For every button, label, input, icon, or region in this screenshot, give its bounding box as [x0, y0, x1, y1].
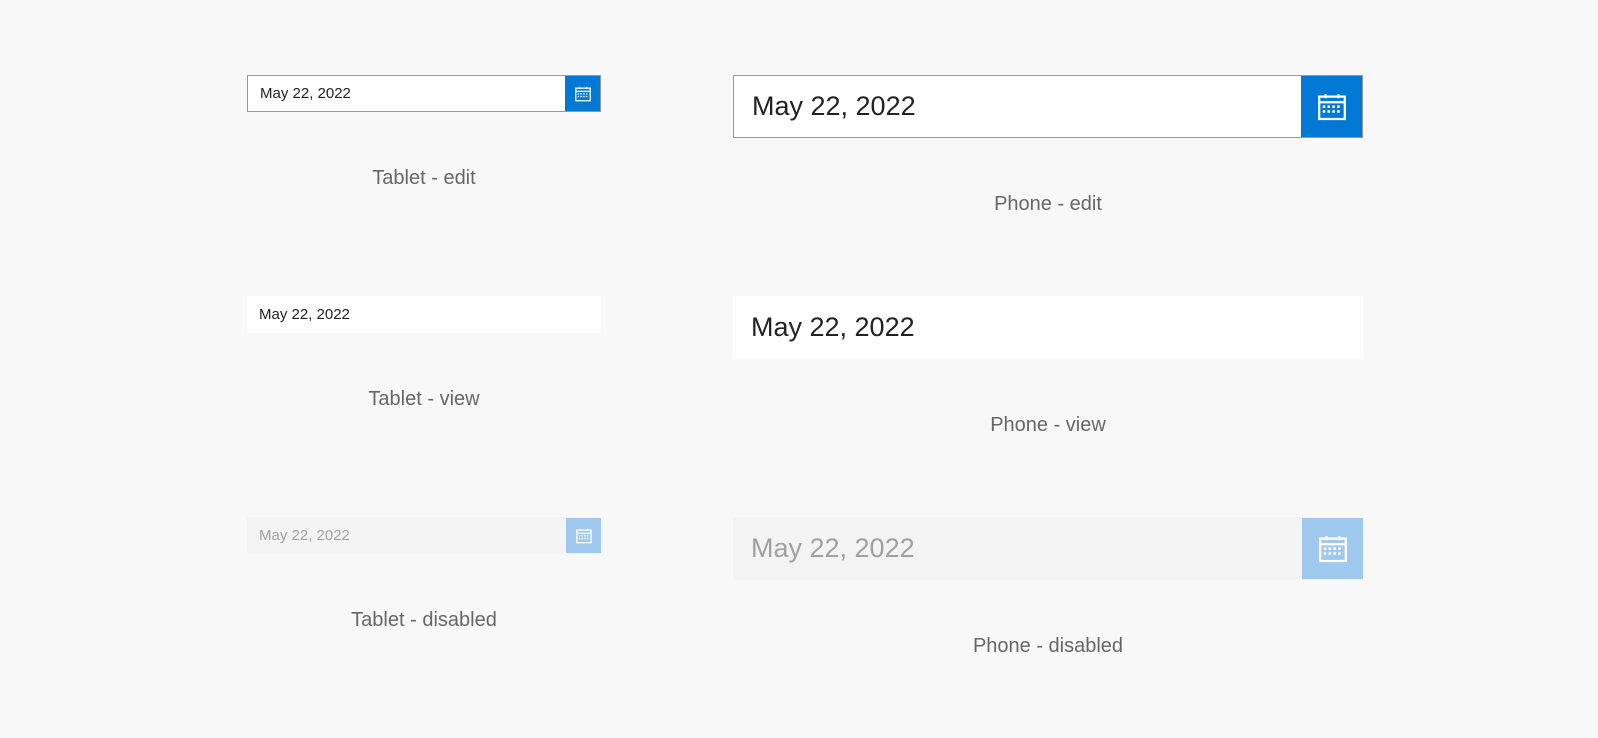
- variant-label: Phone - edit: [994, 193, 1102, 216]
- datepicker-variants-grid: May 22, 2022 Tablet - edit May 22, 2022 …: [0, 75, 1598, 738]
- cell-tablet-edit: May 22, 2022 Tablet - edit: [235, 75, 613, 216]
- variant-label: Phone - disabled: [973, 635, 1123, 658]
- variant-label: Tablet - view: [368, 388, 479, 411]
- cell-tablet-disabled: May 22, 2022 Tablet - disabled: [235, 517, 613, 658]
- calendar-button[interactable]: [1301, 76, 1362, 137]
- variant-label: Phone - view: [990, 414, 1106, 437]
- datepicker-tablet-disabled: May 22, 2022: [247, 517, 601, 554]
- calendar-icon: [1316, 91, 1348, 123]
- date-value[interactable]: May 22, 2022: [734, 91, 1301, 122]
- cell-phone-disabled: May 22, 2022 Phone - disabled: [733, 517, 1363, 658]
- variant-label: Tablet - disabled: [351, 609, 497, 632]
- date-value: May 22, 2022: [733, 533, 1302, 564]
- calendar-button[interactable]: [565, 76, 600, 111]
- variant-label: Tablet - edit: [372, 167, 475, 190]
- cell-tablet-view: May 22, 2022 Tablet - view: [235, 296, 613, 437]
- datepicker-tablet-view: May 22, 2022: [247, 296, 601, 333]
- date-value: May 22, 2022: [733, 312, 1363, 343]
- date-value[interactable]: May 22, 2022: [248, 85, 565, 102]
- datepicker-tablet-edit[interactable]: May 22, 2022: [247, 75, 601, 112]
- cell-phone-edit: May 22, 2022 Phone - edit: [733, 75, 1363, 216]
- cell-phone-view: May 22, 2022 Phone - view: [733, 296, 1363, 437]
- date-value: May 22, 2022: [247, 527, 566, 544]
- calendar-button: [1302, 518, 1363, 579]
- calendar-icon: [575, 527, 593, 545]
- calendar-button: [566, 518, 601, 553]
- datepicker-phone-view: May 22, 2022: [733, 296, 1363, 359]
- calendar-icon: [1317, 533, 1349, 565]
- datepicker-phone-edit[interactable]: May 22, 2022: [733, 75, 1363, 138]
- datepicker-phone-disabled: May 22, 2022: [733, 517, 1363, 580]
- date-value: May 22, 2022: [247, 306, 601, 323]
- calendar-icon: [574, 85, 592, 103]
